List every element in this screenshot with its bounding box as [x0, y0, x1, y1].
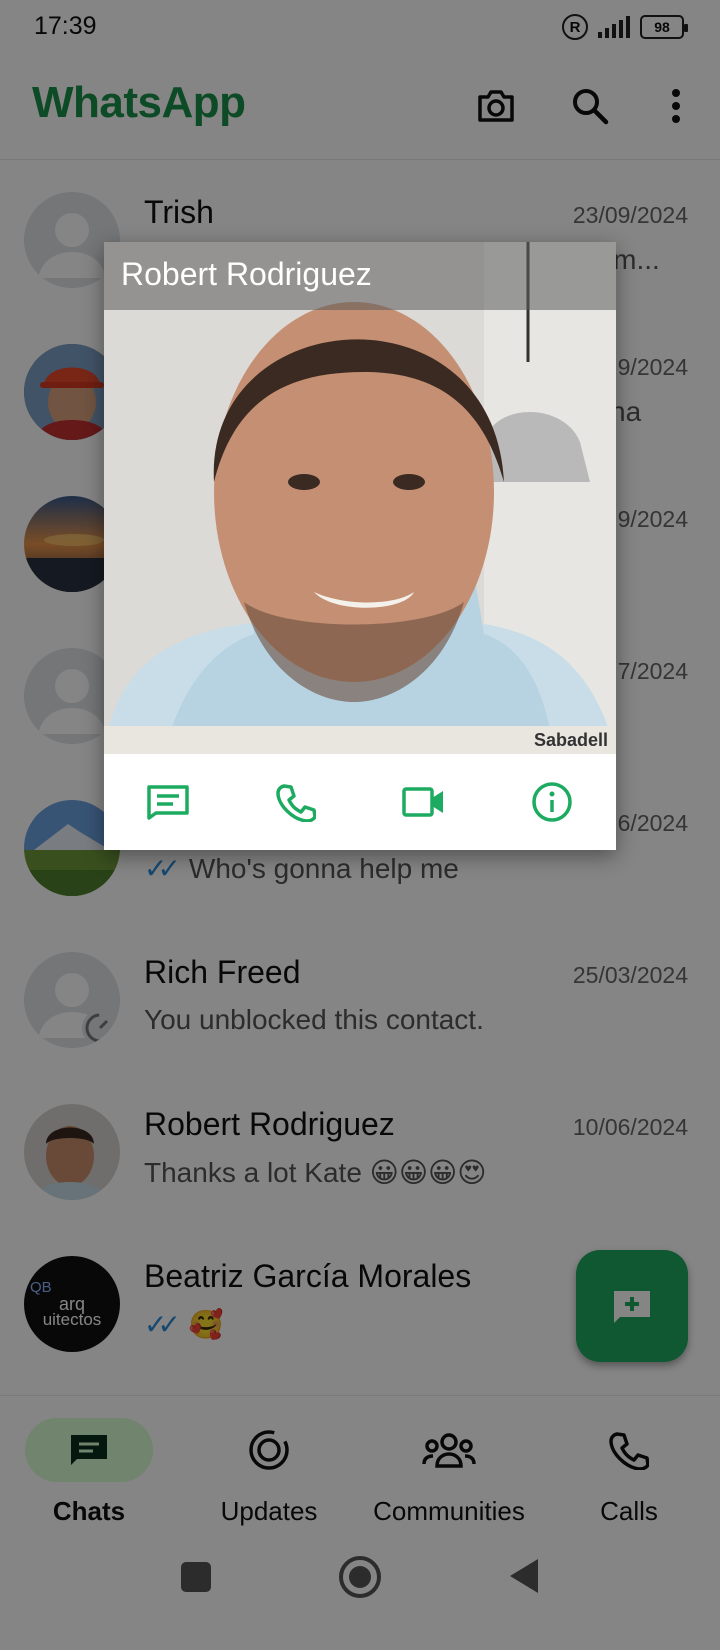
message-icon [147, 785, 189, 820]
popup-actions [104, 754, 616, 850]
popup-title: Robert Rodriguez [104, 242, 616, 310]
svg-text:Sabadell: Sabadell [534, 730, 608, 750]
profile-popup: Sabadell Robert Rodriguez [104, 242, 616, 850]
phone-icon [276, 784, 316, 822]
info-button[interactable] [488, 754, 616, 850]
info-icon [532, 782, 572, 822]
video-call-button[interactable] [360, 754, 488, 850]
video-camera-icon [402, 787, 443, 817]
profile-photo[interactable]: Sabadell [104, 242, 616, 754]
voice-call-button[interactable] [232, 754, 360, 850]
message-button[interactable] [104, 754, 232, 850]
